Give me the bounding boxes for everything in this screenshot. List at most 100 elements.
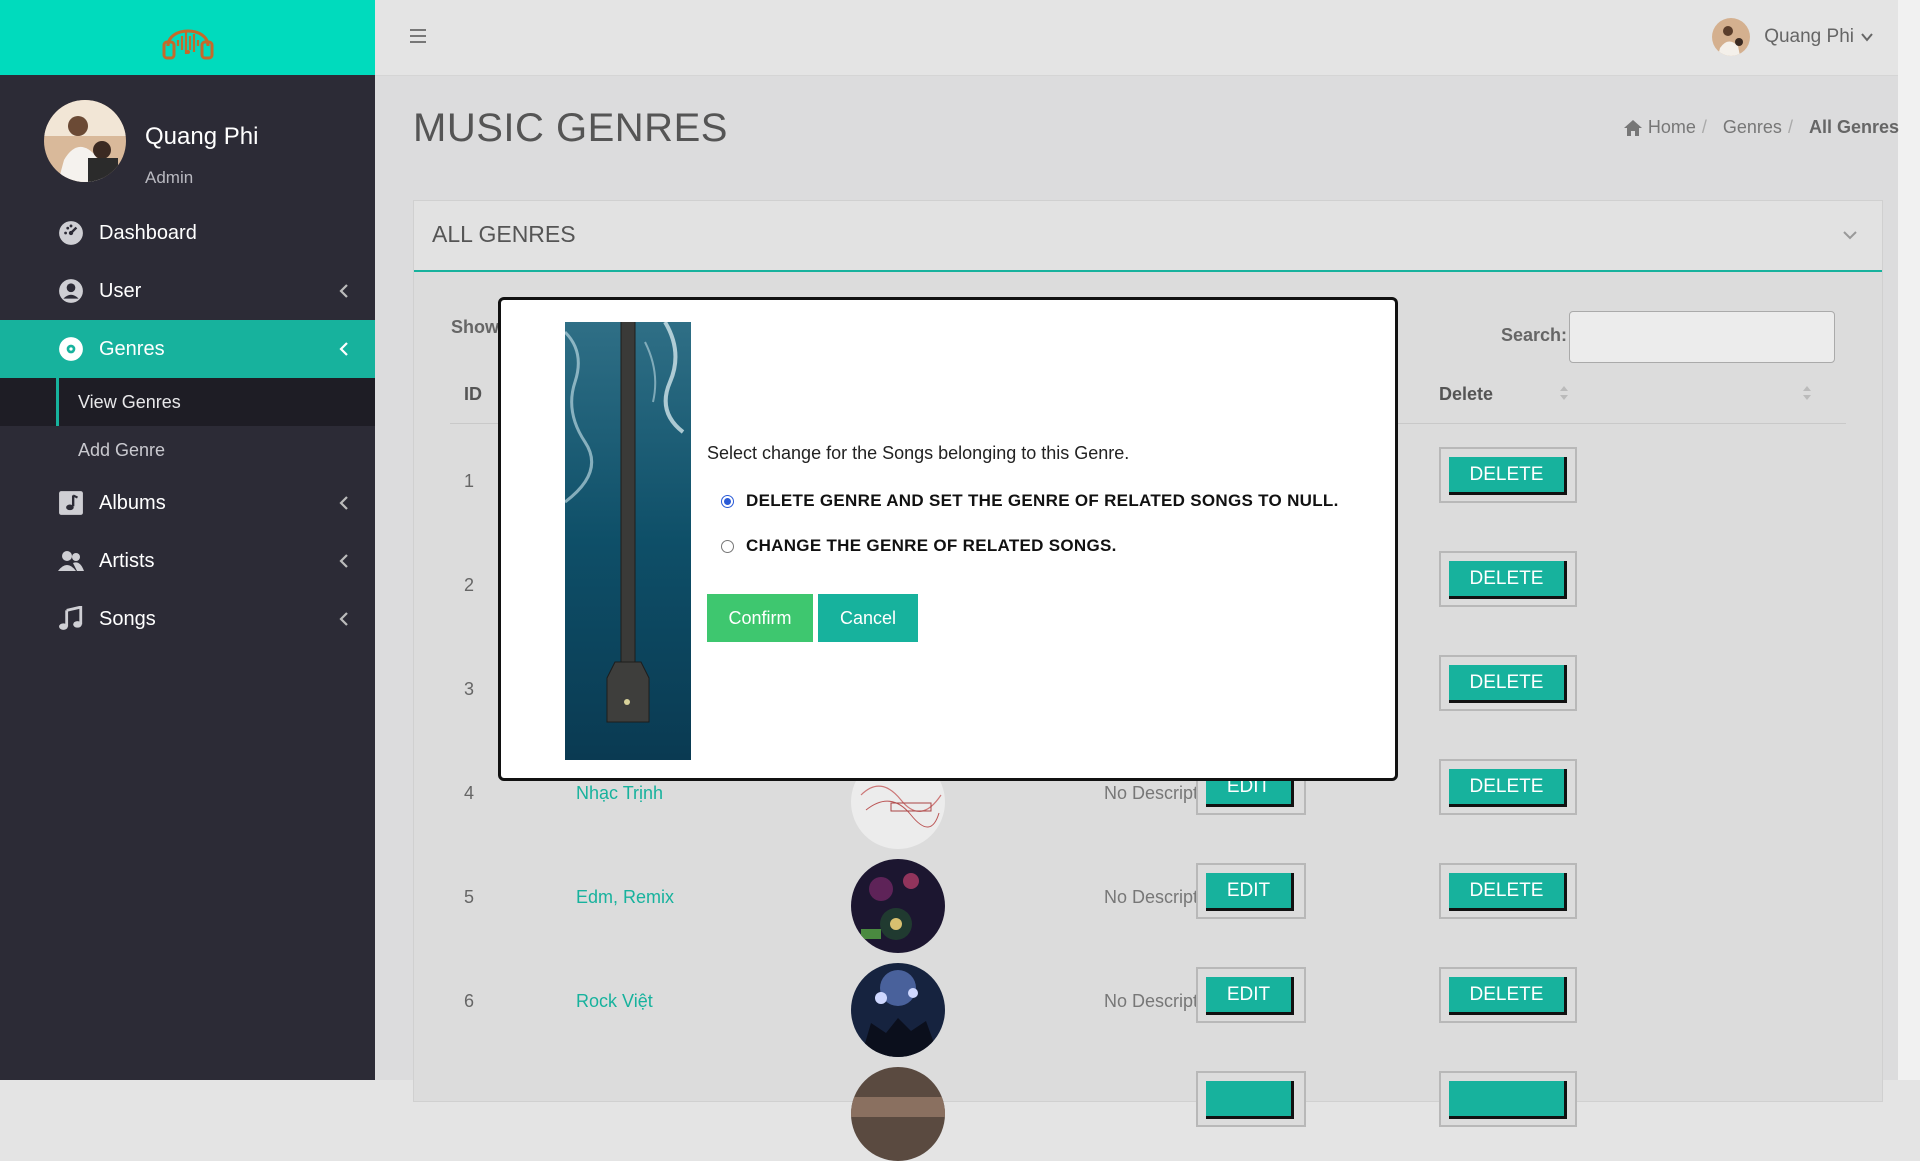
delete-button-frame: DELETE [1439, 447, 1577, 503]
users-icon [58, 548, 84, 574]
sidebar-item-label: Genres [99, 337, 165, 360]
delete-genre-dialog: Select change for the Songs belonging to… [498, 297, 1398, 781]
table-row [414, 1055, 1882, 1161]
disc-icon [58, 336, 84, 362]
confirm-button[interactable]: Confirm [707, 594, 813, 642]
dashboard-icon [58, 220, 84, 246]
dialog-message: Select change for the Songs belonging to… [707, 443, 1130, 463]
genre-name-link[interactable]: Rock Việt [576, 991, 653, 1012]
chevron-left-icon [339, 554, 348, 568]
avatar [1712, 18, 1751, 56]
delete-button[interactable]: DELETE [1449, 561, 1567, 599]
option-label: CHANGE THE GENRE OF RELATED SONGS. [746, 536, 1117, 555]
row-id: 4 [464, 783, 475, 803]
card-title: ALL GENRES [432, 221, 576, 247]
sort-icon[interactable] [1802, 384, 1812, 402]
breadcrumb: Home / Genres / All Genres [1623, 117, 1899, 138]
sort-icon[interactable] [1559, 384, 1569, 402]
sidebar-subitem-view-genres[interactable]: View Genres [0, 378, 375, 426]
breadcrumb-separator: / [1787, 117, 1793, 137]
cancel-button[interactable]: Cancel [818, 594, 918, 642]
breadcrumb-genres[interactable]: Genres [1723, 117, 1782, 138]
sidebar-item-label: Albums [99, 491, 166, 514]
delete-button-frame: DELETE [1439, 655, 1577, 711]
sidebar-item-albums[interactable]: Albums [0, 474, 375, 532]
delete-button-frame: DELETE [1439, 759, 1577, 815]
sidebar-item-songs[interactable]: Songs [0, 590, 375, 648]
edit-button[interactable] [1206, 1081, 1294, 1119]
row-id: 1 [464, 471, 475, 491]
edit-button[interactable]: EDIT [1206, 977, 1294, 1015]
sidebar-item-label: User [99, 279, 142, 302]
chevron-left-icon [339, 496, 348, 510]
breadcrumb-home[interactable]: Home [1648, 117, 1696, 138]
row-id: 5 [464, 887, 475, 907]
chevron-down-icon [1861, 33, 1873, 42]
option-delete-set-null[interactable]: DELETE GENRE AND SET THE GENRE OF RELATE… [721, 491, 1339, 511]
sidebar-item-dashboard[interactable]: Dashboard [0, 204, 375, 262]
sidebar-subitem-add-genre[interactable]: Add Genre [0, 426, 375, 474]
edit-button[interactable]: EDIT [1206, 873, 1294, 911]
search-label: Search: [1501, 325, 1568, 345]
table-row: 5 Edm, Remix No Description EDIT DELETE [414, 847, 1882, 953]
sidebar-subitem-label: Add Genre [78, 439, 166, 460]
collapse-chevron-icon[interactable] [1842, 229, 1858, 241]
column-header-id[interactable]: ID [464, 384, 482, 405]
row-id: 6 [464, 991, 475, 1011]
option-change-genre[interactable]: CHANGE THE GENRE OF RELATED SONGS. [721, 536, 1117, 556]
delete-button[interactable]: DELETE [1449, 769, 1567, 807]
edit-button-frame: EDIT [1196, 967, 1306, 1023]
delete-button-frame: DELETE [1439, 551, 1577, 607]
logo-bar[interactable] [0, 0, 375, 75]
sidebar-user-role: Admin [145, 168, 194, 187]
breadcrumb-separator: / [1701, 117, 1707, 137]
dialog-image [565, 322, 691, 760]
chevron-left-icon [339, 284, 348, 298]
delete-button-frame: DELETE [1439, 863, 1577, 919]
delete-button[interactable]: DELETE [1449, 873, 1567, 911]
card-header: ALL GENRES [414, 201, 1882, 272]
chevron-left-icon [339, 342, 348, 356]
delete-button[interactable]: DELETE [1449, 977, 1567, 1015]
headphones-logo-icon [162, 29, 213, 59]
breadcrumb-current: All Genres [1808, 117, 1899, 137]
hamburger-menu-icon[interactable] [409, 28, 427, 44]
radio-button-checked[interactable] [721, 494, 734, 508]
home-icon [1623, 119, 1642, 136]
show-entries-label: Show [451, 317, 499, 337]
search-input[interactable] [1569, 311, 1835, 363]
sidebar-user-name: Quang Phi [145, 123, 259, 150]
user-menu[interactable]: Quang Phi [1712, 18, 1874, 56]
table-row: 6 Rock Việt No Description EDIT DELETE [414, 951, 1882, 1057]
genre-thumbnail [851, 963, 945, 1057]
delete-button[interactable]: DELETE [1449, 457, 1567, 495]
sidebar-item-user[interactable]: User [0, 262, 375, 320]
option-label: DELETE GENRE AND SET THE GENRE OF RELATE… [746, 491, 1339, 510]
genre-thumbnail [851, 859, 945, 953]
edit-button-frame [1196, 1071, 1306, 1127]
music-square-icon [58, 490, 84, 516]
sidebar-subitem-label: View Genres [78, 391, 181, 412]
column-header-delete[interactable]: Delete [1439, 384, 1493, 405]
sidebar: Quang Phi Admin Dashboard User Genres Vi… [0, 0, 375, 1080]
user-circle-icon [58, 278, 84, 304]
sidebar-nav: Dashboard User Genres View Genres Add Ge… [0, 204, 375, 648]
genre-name-link[interactable]: Nhạc Trịnh [576, 783, 663, 804]
genre-name-link[interactable]: Edm, Remix [576, 887, 674, 908]
delete-button-frame: DELETE [1439, 967, 1577, 1023]
top-bar: Quang Phi [375, 0, 1898, 76]
avatar[interactable] [44, 100, 126, 182]
delete-button[interactable] [1449, 1081, 1567, 1119]
sidebar-item-genres[interactable]: Genres [0, 320, 375, 378]
row-id: 3 [464, 679, 475, 699]
sidebar-item-label: Dashboard [99, 221, 197, 244]
page-title: MUSIC GENRES [413, 106, 728, 150]
genre-thumbnail [851, 1067, 945, 1161]
delete-button[interactable]: DELETE [1449, 665, 1567, 703]
sidebar-item-artists[interactable]: Artists [0, 532, 375, 590]
user-menu-name: Quang Phi [1764, 26, 1854, 47]
sidebar-item-label: Songs [99, 607, 156, 630]
edit-button-frame: EDIT [1196, 863, 1306, 919]
radio-button[interactable] [721, 539, 734, 553]
page-scrollbar[interactable] [1898, 0, 1920, 1080]
